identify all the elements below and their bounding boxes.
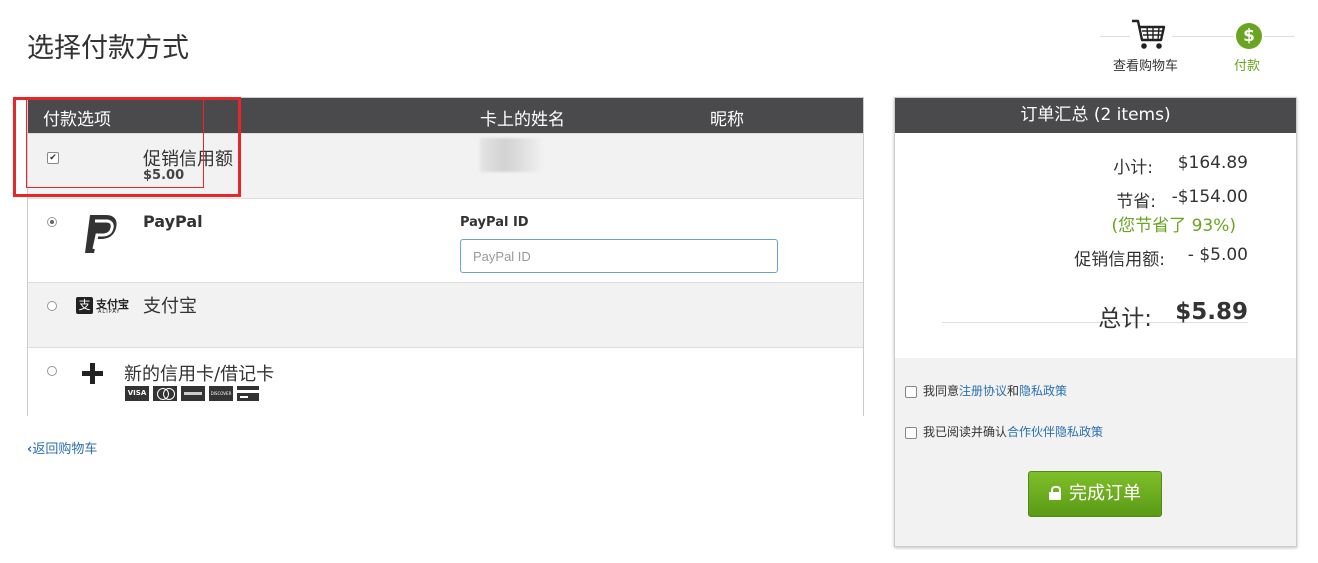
amex-icon [181,386,205,401]
card-name-redacted [480,138,542,172]
step-pay-label: 付款 [1234,59,1261,74]
total-value: $5.89 [1175,299,1248,325]
new-card-radio[interactable] [47,366,57,376]
new-card-label: 新的信用卡/借记卡 [124,364,275,385]
agree-terms-checkbox[interactable] [905,385,917,398]
new-card-row[interactable]: 新的信用卡/借记卡 VISA DISCOVER [28,347,863,416]
dollar-icon: $ [1236,23,1262,49]
step-line-middle [1172,36,1234,37]
agree-terms-prefix: 我同意 [923,384,960,398]
visa-icon: VISA [125,386,149,401]
agree-terms-row: 我同意注册协议和隐私政策 [905,382,1067,399]
alipay-logo-sub: ALIPAY [98,309,121,315]
lock-icon [1049,486,1061,500]
savings-value: -$154.00 [1171,187,1248,207]
registration-agreement-link[interactable]: 注册协议 [959,384,1007,398]
step-line-left [1100,36,1130,37]
order-summary-title: 订单汇总 (2 items) [895,98,1296,133]
col-nickname: 昵称 [710,110,744,130]
generic-card-icon [237,386,259,401]
paypal-id-input[interactable] [460,239,778,273]
agree-partner-checkbox[interactable] [905,426,917,439]
alipay-radio[interactable] [47,301,57,311]
partner-privacy-policy-link[interactable]: 合作伙伴隐私政策 [1007,425,1103,439]
paypal-radio[interactable] [47,217,57,227]
subtotal-label: 小计: [1113,158,1153,178]
paypal-icon [82,211,122,257]
complete-order-button[interactable]: 完成订单 [1028,471,1162,517]
savings-label: 节省: [1116,192,1156,212]
step-cart-label[interactable]: 查看购物车 [1113,55,1178,74]
agree-partner-row: 我已阅读并确认合作伙伴隐私政策 [905,423,1103,440]
highlight-inner-box [26,97,204,188]
step-line-right [1264,36,1294,37]
agree-partner-prefix: 我已阅读并确认 [923,425,1008,439]
complete-order-label: 完成订单 [1069,483,1141,504]
col-name-on-card: 卡上的姓名 [480,110,565,130]
promo-credit-summary-label: 促销信用额: [1074,250,1165,270]
alipay-icon: 支 支付宝 ALIPAY [76,296,132,316]
page-title: 选择付款方式 [27,33,189,64]
alipay-label: 支付宝 [143,296,197,317]
cart-icon[interactable] [1130,18,1168,52]
paypal-row[interactable]: PayPal PayPal ID [28,198,863,282]
mastercard-icon [153,386,177,401]
order-summary-body: 小计: $164.89 节省: -$154.00 (您节省了 93%) 促销信用… [895,133,1296,358]
order-summary-panel: 订单汇总 (2 items) 小计: $164.89 节省: -$154.00 … [894,97,1297,547]
alipay-row[interactable]: 支 支付宝 ALIPAY 支付宝 [28,282,863,347]
discover-icon: DISCOVER [209,386,233,401]
total-label: 总计: [1098,306,1152,332]
subtotal-value: $164.89 [1177,153,1248,173]
privacy-policy-link[interactable]: 隐私政策 [1019,384,1067,398]
paypal-label: PayPal [143,212,203,231]
paypal-id-label: PayPal ID [460,215,529,230]
savings-percent: (您节省了 93%) [1111,216,1236,236]
promo-credit-summary-value: - $5.00 [1187,245,1248,265]
back-to-cart-label: 返回购物车 [32,442,98,457]
agree-terms-and: 和 [1007,384,1020,398]
plus-icon [81,362,105,386]
back-to-cart-link[interactable]: ‹返回购物车 [27,438,97,457]
